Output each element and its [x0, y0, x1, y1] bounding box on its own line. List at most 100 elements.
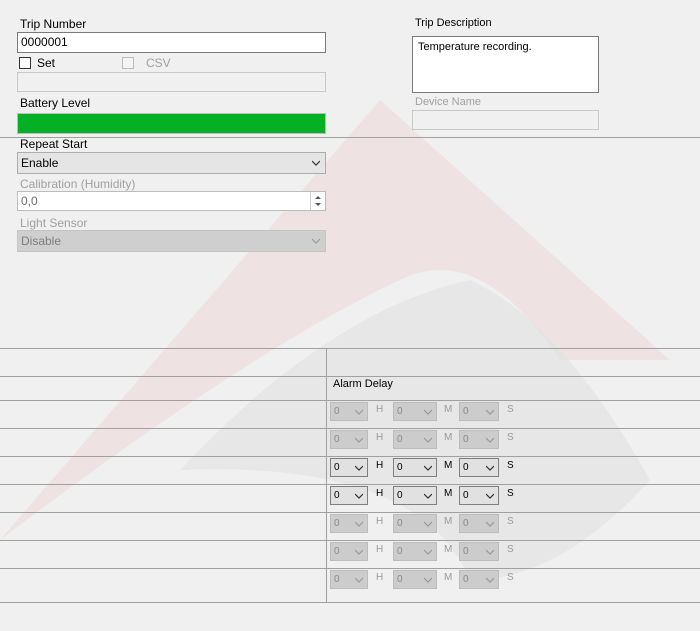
seconds-select[interactable]: 0	[459, 402, 499, 421]
hours-unit-label: H	[376, 516, 384, 527]
seconds-select[interactable]: 0	[459, 514, 499, 533]
light-sensor-value: Disable	[21, 234, 62, 248]
repeat-start-select[interactable]: Enable	[17, 152, 326, 174]
grid-column-divider	[326, 348, 327, 602]
trip-number-input[interactable]: 0000001	[17, 32, 326, 53]
grid-row-line	[0, 428, 700, 429]
minutes-select[interactable]: 0	[393, 514, 437, 533]
hours-select-value: 0	[334, 406, 340, 417]
grid-row-line	[0, 512, 700, 513]
seconds-select-value: 0	[463, 434, 469, 445]
minutes-select[interactable]: 0	[393, 458, 437, 477]
grid-top-line	[0, 348, 700, 349]
section-divider	[0, 137, 700, 138]
light-sensor-label: Light Sensor	[20, 216, 88, 230]
chevron-down-icon	[355, 577, 363, 583]
grid-bottom-line	[0, 602, 700, 603]
seconds-select[interactable]: 0	[459, 570, 499, 589]
hours-select[interactable]: 0	[330, 430, 368, 449]
hours-select[interactable]: 0	[330, 542, 368, 561]
hours-unit-label: H	[376, 460, 384, 471]
hours-select-value: 0	[334, 490, 340, 501]
trip-description-label: Trip Description	[415, 17, 492, 29]
seconds-select-value: 0	[463, 574, 469, 585]
minutes-select[interactable]: 0	[393, 430, 437, 449]
repeat-start-value: Enable	[21, 156, 59, 170]
minutes-unit-label: M	[444, 488, 453, 499]
seconds-unit-label: S	[507, 544, 514, 555]
hours-select-value: 0	[334, 462, 340, 473]
csv-path-field[interactable]	[17, 72, 326, 92]
minutes-select-value: 0	[397, 462, 403, 473]
hours-select-value: 0	[334, 434, 340, 445]
hours-select-value: 0	[334, 574, 340, 585]
minutes-unit-label: M	[444, 516, 453, 527]
seconds-select[interactable]: 0	[459, 542, 499, 561]
grid-row-line	[0, 568, 700, 569]
minutes-select[interactable]: 0	[393, 570, 437, 589]
battery-level-bar	[17, 113, 326, 134]
calibration-label: Calibration (Humidity)	[20, 177, 136, 191]
minutes-select-value: 0	[397, 546, 403, 557]
csv-checkbox[interactable]	[122, 57, 134, 69]
chevron-down-icon	[424, 577, 432, 583]
hours-unit-label: H	[376, 404, 384, 415]
csv-checkbox-label: CSV	[146, 56, 171, 70]
battery-level-label: Battery Level	[20, 96, 91, 110]
chevron-down-icon	[355, 409, 363, 415]
seconds-unit-label: S	[507, 488, 514, 499]
chevron-down-icon	[355, 521, 363, 527]
hours-unit-label: H	[376, 488, 384, 499]
chevron-down-icon	[486, 577, 494, 583]
seconds-unit-label: S	[507, 516, 514, 527]
device-name-input[interactable]	[412, 110, 599, 130]
hours-select[interactable]: 0	[330, 486, 368, 505]
set-checkbox[interactable]	[19, 57, 31, 69]
seconds-select[interactable]: 0	[459, 458, 499, 477]
chevron-down-icon	[486, 493, 494, 499]
chevron-down-icon	[355, 465, 363, 471]
minutes-unit-label: M	[444, 572, 453, 583]
hours-select-value: 0	[334, 546, 340, 557]
minutes-select[interactable]: 0	[393, 402, 437, 421]
grid-row-line	[0, 376, 700, 377]
hours-select[interactable]: 0	[330, 458, 368, 477]
calibration-spinner[interactable]	[310, 192, 325, 210]
grid-row-line	[0, 400, 700, 401]
seconds-select-value: 0	[463, 406, 469, 417]
chevron-down-icon	[486, 437, 494, 443]
alarm-delay-header: Alarm Delay	[333, 378, 393, 390]
battery-level-fill	[18, 114, 325, 133]
trip-number-label: Trip Number	[20, 17, 87, 31]
minutes-select-value: 0	[397, 490, 403, 501]
hours-unit-label: H	[376, 572, 384, 583]
seconds-select-value: 0	[463, 490, 469, 501]
hours-select[interactable]: 0	[330, 514, 368, 533]
chevron-down-icon	[424, 409, 432, 415]
chevron-down-icon	[355, 549, 363, 555]
minutes-unit-label: M	[444, 404, 453, 415]
minutes-unit-label: M	[444, 460, 453, 471]
seconds-unit-label: S	[507, 432, 514, 443]
hours-select[interactable]: 0	[330, 570, 368, 589]
hours-select-value: 0	[334, 518, 340, 529]
calibration-input[interactable]: 0,0	[17, 191, 326, 211]
minutes-select-value: 0	[397, 518, 403, 529]
minutes-select[interactable]: 0	[393, 486, 437, 505]
hours-select[interactable]: 0	[330, 402, 368, 421]
seconds-unit-label: S	[507, 460, 514, 471]
chevron-down-icon	[424, 549, 432, 555]
chevron-down-icon	[486, 465, 494, 471]
chevron-down-icon	[355, 437, 363, 443]
trip-description-textarea[interactable]: Temperature recording.	[412, 36, 599, 93]
device-name-label: Device Name	[415, 96, 482, 108]
grid-row-line	[0, 456, 700, 457]
light-sensor-select[interactable]: Disable	[17, 230, 326, 252]
seconds-select-value: 0	[463, 518, 469, 529]
repeat-start-label: Repeat Start	[20, 137, 88, 151]
minutes-select[interactable]: 0	[393, 542, 437, 561]
set-checkbox-label: Set	[37, 56, 56, 70]
hours-unit-label: H	[376, 544, 384, 555]
seconds-select[interactable]: 0	[459, 430, 499, 449]
seconds-select[interactable]: 0	[459, 486, 499, 505]
